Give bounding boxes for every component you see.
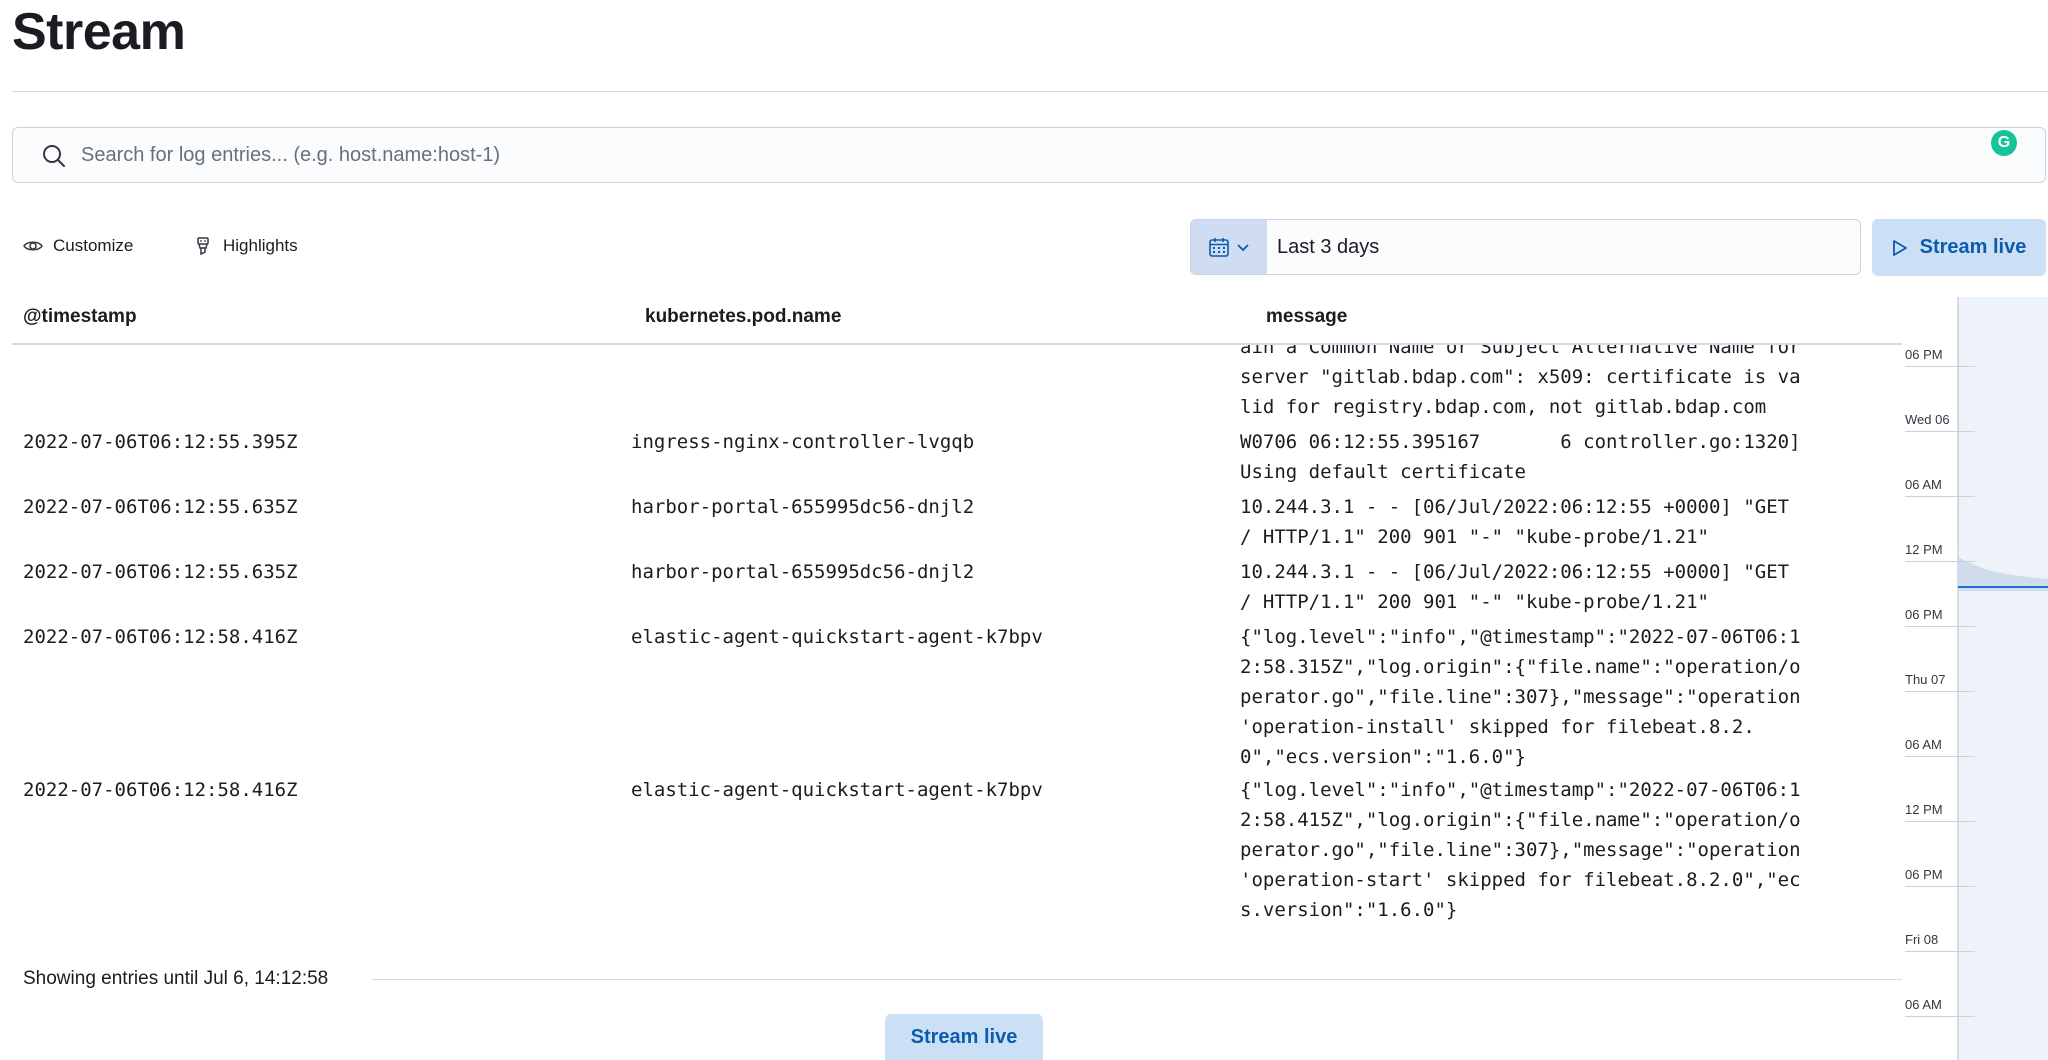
log-timestamp: 2022-07-06T06:12:58.416Z [23, 779, 298, 801]
stream-live-button[interactable]: Stream live [1872, 219, 2046, 276]
eye-icon [23, 241, 43, 251]
minimap-label: 06 AM [1905, 997, 1942, 1012]
search-icon [43, 145, 65, 167]
highlights-button[interactable]: Highlights [193, 232, 298, 260]
log-message: {"log.level":"info","@timestamp":"2022-0… [1240, 779, 1801, 921]
minimap-label: 06 PM [1905, 347, 1943, 362]
log-message: 10.244.3.1 - - [06/Jul/2022:06:12:55 +00… [1240, 496, 1790, 548]
date-picker[interactable]: Last 3 days [1190, 219, 1861, 275]
log-timestamp: 2022-07-06T06:12:55.395Z [23, 431, 298, 453]
log-message: W0706 06:12:55.395167 6 controller.go:13… [1240, 431, 1801, 483]
minimap-label: 12 PM [1905, 542, 1943, 557]
log-timestamp: 2022-07-06T06:12:55.635Z [23, 561, 298, 583]
column-header-message[interactable]: message [1266, 306, 1347, 328]
minimap-label: Thu 07 [1905, 672, 1946, 687]
stream-live-bottom-label: Stream live [910, 1025, 1018, 1048]
log-pod-name: ingress-nginx-controller-lvgqb [631, 431, 975, 453]
minimap-label: 06 AM [1905, 477, 1942, 492]
column-header-timestamp[interactable]: @timestamp [23, 306, 137, 328]
log-stream[interactable]: ain a Common Name or Subject Alternative… [0, 345, 1902, 935]
log-minimap[interactable]: 06 PM Wed 06 06 AM 12 PM 06 PM Thu 07 06… [1905, 297, 2048, 1060]
calendar-icon [1209, 238, 1229, 257]
log-message: {"log.level":"info","@timestamp":"2022-0… [1240, 626, 1801, 768]
entries-status: Showing entries until Jul 6, 14:12:58 [23, 968, 329, 989]
minimap-tick [1905, 691, 1975, 692]
log-pod-name: harbor-portal-655995dc56-dnjl2 [631, 496, 975, 518]
minimap-tick [1905, 366, 1975, 367]
minimap-tick [1905, 626, 1975, 627]
minimap-tick [1905, 951, 1975, 952]
play-icon [1892, 239, 1907, 256]
footer-divider [372, 979, 1902, 980]
minimap-label: Fri 08 [1905, 932, 1939, 947]
log-message: ain a Common Name or Subject Alternative… [1240, 345, 1801, 418]
minimap-label: 06 AM [1905, 737, 1942, 752]
search-bar[interactable]: G [12, 127, 2046, 183]
quick-select-button[interactable] [1191, 220, 1267, 274]
chevron-down-icon [1237, 244, 1249, 252]
minimap-label: 06 PM [1905, 867, 1943, 882]
minimap-tick [1905, 756, 1975, 757]
minimap-tick [1905, 886, 1975, 887]
minimap-tick [1905, 431, 1975, 432]
log-pod-name: elastic-agent-quickstart-agent-k7bpv [631, 626, 1043, 648]
minimap-label: Wed 06 [1905, 412, 1950, 427]
minimap-tick [1905, 496, 1975, 497]
column-header-pod-name[interactable]: kubernetes.pod.name [645, 306, 841, 328]
minimap-label: 12 PM [1905, 802, 1943, 817]
log-timestamp: 2022-07-06T06:12:58.416Z [23, 626, 298, 648]
minimap-tick [1905, 821, 1975, 822]
minimap-label: 06 PM [1905, 607, 1943, 622]
highlights-label: Highlights [223, 236, 298, 255]
customize-button[interactable]: Customize [23, 232, 133, 260]
log-pod-name: harbor-portal-655995dc56-dnjl2 [631, 561, 975, 583]
stream-live-bottom-button[interactable]: Stream live [885, 1014, 1043, 1060]
title-divider [12, 91, 2048, 92]
customize-label: Customize [53, 236, 134, 255]
search-input[interactable] [81, 128, 1981, 182]
highlighter-icon [197, 237, 209, 256]
page-title: Stream [12, 3, 186, 61]
log-timestamp: 2022-07-06T06:12:55.635Z [23, 496, 298, 518]
log-message: 10.244.3.1 - - [06/Jul/2022:06:12:55 +00… [1240, 561, 1790, 613]
minimap-tick [1905, 561, 1975, 562]
date-range-display[interactable]: Last 3 days [1277, 220, 1379, 274]
log-pod-name: elastic-agent-quickstart-agent-k7bpv [631, 779, 1043, 801]
grammarly-badge[interactable]: G [1991, 130, 2017, 156]
minimap-tick [1905, 1016, 1975, 1017]
stream-live-label: Stream live [1919, 236, 2027, 258]
